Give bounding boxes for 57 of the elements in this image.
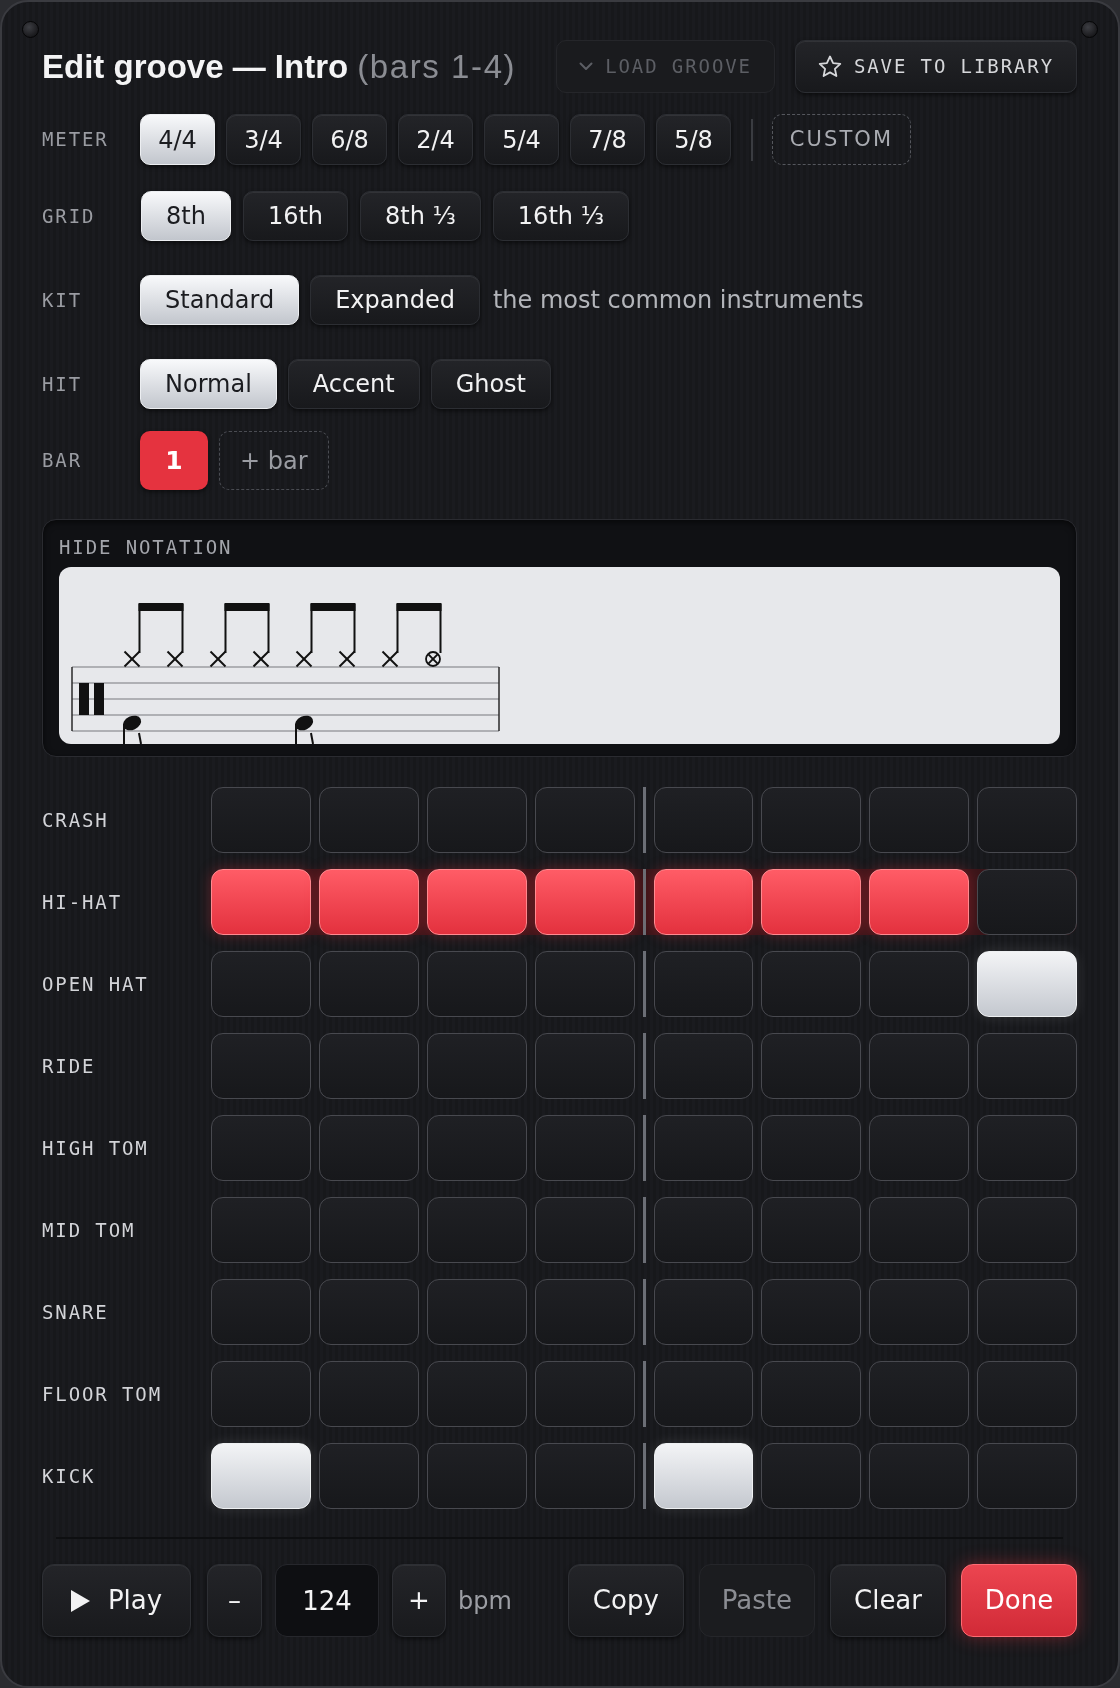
kit-option[interactable]: Standard xyxy=(140,275,300,325)
tempo-field[interactable]: 124 xyxy=(275,1564,379,1637)
screw-icon xyxy=(22,21,39,38)
custom-meter-button[interactable]: CUSTOM xyxy=(772,114,911,165)
track-label: SNARE xyxy=(42,1299,110,1325)
chevron-down-icon xyxy=(579,62,594,71)
play-icon xyxy=(70,1589,90,1612)
play-button[interactable]: Play xyxy=(42,1564,191,1637)
hit-option[interactable]: Ghost xyxy=(430,359,552,409)
meter-option[interactable]: 5/8 xyxy=(656,114,731,165)
setting-label: KIT xyxy=(42,287,84,313)
tempo-increment-button[interactable]: + xyxy=(392,1564,446,1637)
setting-label: GRID xyxy=(42,203,97,229)
action-button[interactable]: Clear xyxy=(830,1564,946,1637)
setting-label: BAR xyxy=(42,448,84,474)
setting-label: HIT xyxy=(42,371,84,397)
grid-option[interactable]: 16th ⅓ xyxy=(492,191,629,241)
step-pad[interactable] xyxy=(426,869,527,935)
save-to-library-button[interactable]: SAVE TO LIBRARY xyxy=(794,40,1077,93)
step-pad[interactable] xyxy=(653,869,754,935)
track-label: HI-HAT xyxy=(42,889,124,915)
meter-option[interactable]: 2/4 xyxy=(398,114,473,165)
hit-option[interactable]: Accent xyxy=(287,359,420,409)
bar-range-label: (bars 1-4) xyxy=(357,46,517,87)
meter-option[interactable]: 3/4 xyxy=(226,114,301,165)
track-label: HIGH TOM xyxy=(42,1135,150,1161)
track-label: RIDE xyxy=(42,1053,97,1079)
star-icon xyxy=(817,55,842,78)
action-button[interactable]: Done xyxy=(961,1564,1077,1637)
action-button[interactable]: Copy xyxy=(567,1564,684,1637)
kit-option[interactable]: Expanded xyxy=(310,275,480,325)
screw-icon xyxy=(1081,21,1098,38)
grid-option[interactable]: 16th xyxy=(242,191,349,241)
track-label: MID TOM xyxy=(42,1217,137,1243)
setting-label: METER xyxy=(42,127,110,153)
hide-notation-toggle[interactable]: HIDE NOTATION xyxy=(59,532,233,562)
tempo-decrement-button[interactable]: – xyxy=(207,1564,262,1637)
meter-option[interactable]: 5/4 xyxy=(484,114,559,165)
window-title: Edit groove — Intro xyxy=(42,46,349,87)
meter-option[interactable]: 4/4 xyxy=(140,114,215,165)
bar-number-tab[interactable]: 1 xyxy=(140,431,208,490)
kit-description: the most common instruments xyxy=(492,285,864,316)
grid-option[interactable]: 8th xyxy=(141,191,231,241)
track-label: FLOOR TOM xyxy=(42,1381,164,1407)
hit-option[interactable]: Normal xyxy=(140,359,277,409)
add-bar-button[interactable]: + bar xyxy=(219,431,329,490)
track-label: CRASH xyxy=(42,807,110,833)
step-pad[interactable] xyxy=(761,869,862,935)
step-pad[interactable] xyxy=(869,869,970,935)
step-pad[interactable] xyxy=(318,869,419,935)
tempo-unit-label: bpm xyxy=(458,1585,512,1617)
grid-option[interactable]: 8th ⅓ xyxy=(360,191,481,241)
step-pad[interactable] xyxy=(534,869,635,935)
track-label: OPEN HAT xyxy=(42,971,150,997)
track-label: KICK xyxy=(42,1463,97,1489)
meter-option[interactable]: 6/8 xyxy=(312,114,387,165)
meter-option[interactable]: 7/8 xyxy=(570,114,645,165)
